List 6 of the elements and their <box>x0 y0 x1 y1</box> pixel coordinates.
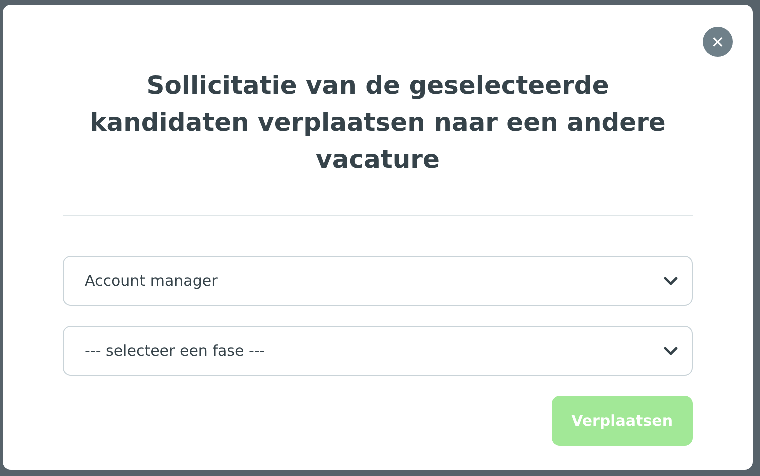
select-field[interactable]: Account manager <box>63 256 693 306</box>
chevron-down-icon <box>664 276 678 286</box>
dialog-title: Sollicitatie van de geselecteerde kandidaten verplaatsen naar een andere vacature <box>89 70 667 176</box>
select-field[interactable]: --- selecteer een fase --- <box>63 326 693 376</box>
close-button[interactable]: ✕ <box>703 27 733 57</box>
chevron-down-icon <box>664 346 678 356</box>
